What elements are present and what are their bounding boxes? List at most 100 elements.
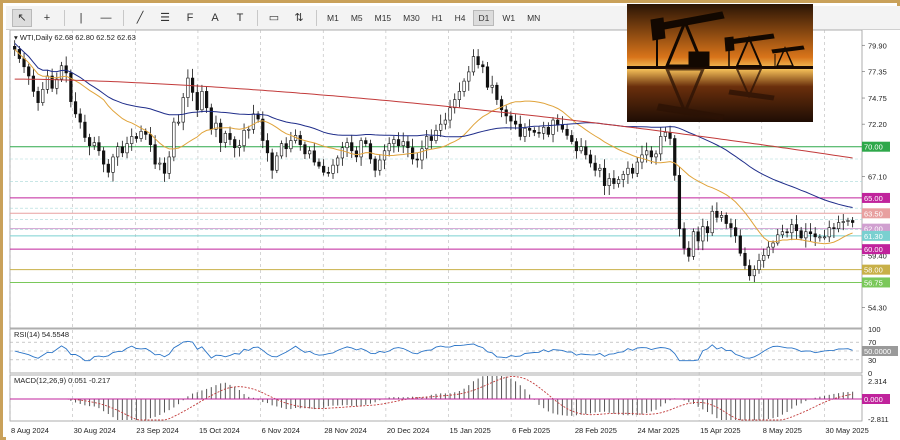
timeframe-m1[interactable]: M1 xyxy=(323,11,343,25)
candle-body xyxy=(766,246,770,256)
candle-body xyxy=(710,210,714,234)
crosshair-icon[interactable]: + xyxy=(37,9,57,27)
candle-body xyxy=(36,91,40,103)
candle-body xyxy=(467,71,471,82)
macd-scale-label: 2.314 xyxy=(868,377,887,386)
trendline-icon[interactable]: ╱ xyxy=(130,9,150,27)
rsi-scale-label: 50.0000 xyxy=(864,347,891,356)
price-tick-label: 74.75 xyxy=(868,94,887,103)
candle-body xyxy=(485,66,490,88)
candle-body xyxy=(172,121,176,158)
candle-body xyxy=(251,113,256,130)
candle-body xyxy=(588,154,593,164)
candle-body xyxy=(715,210,719,218)
shapes-icon[interactable]: ▭ xyxy=(264,9,284,27)
candle-body xyxy=(22,58,26,68)
candle-body xyxy=(73,101,78,115)
arrows-icon[interactable]: ⇅ xyxy=(289,9,309,27)
candle-body xyxy=(476,56,480,66)
candle-body xyxy=(396,139,401,146)
candle-body xyxy=(303,144,307,155)
candle-body xyxy=(167,156,171,174)
candle-body xyxy=(111,156,115,173)
candle-body xyxy=(64,65,68,74)
oil-pump-photo xyxy=(627,4,813,122)
candle-body xyxy=(523,127,527,137)
candle-body xyxy=(106,163,110,173)
candle-body xyxy=(462,80,466,92)
timeframe-m15[interactable]: M15 xyxy=(371,11,396,25)
candle-body xyxy=(729,223,733,228)
candle-body xyxy=(668,132,672,139)
date-label: 28 Feb 2025 xyxy=(575,426,617,435)
candle-body xyxy=(242,130,246,146)
candle-body xyxy=(528,127,532,131)
candle-body xyxy=(368,143,373,160)
candle-body xyxy=(659,136,663,155)
candle-body xyxy=(677,175,682,229)
date-label: 23 Sep 2024 xyxy=(136,426,179,435)
candle-body xyxy=(223,133,227,143)
candle-body xyxy=(453,99,457,109)
candle-body xyxy=(621,174,625,180)
date-label: 30 May 2025 xyxy=(825,426,868,435)
candle-body xyxy=(457,91,462,100)
timeframe-m5[interactable]: M5 xyxy=(347,11,367,25)
candle-body xyxy=(546,126,550,135)
date-label: 8 May 2025 xyxy=(763,426,802,435)
candle-body xyxy=(387,143,391,152)
candle-body xyxy=(308,150,312,155)
candle-body xyxy=(780,231,785,236)
candle-body xyxy=(345,142,349,149)
candle-body xyxy=(354,150,359,158)
candle-body xyxy=(87,137,92,146)
macd-label: MACD(12,26,9) 0.051 -0.217 xyxy=(14,376,110,385)
candle-body xyxy=(481,64,485,68)
candle-body xyxy=(102,150,106,165)
timeframe-h4[interactable]: H4 xyxy=(451,11,470,25)
candle-body xyxy=(542,126,546,134)
candle-body xyxy=(144,131,148,135)
candle-body xyxy=(120,146,124,154)
candle-body xyxy=(649,150,653,158)
candle-body xyxy=(289,140,293,150)
candle-body xyxy=(27,66,31,77)
label-icon[interactable]: T xyxy=(230,9,250,27)
candle-body xyxy=(691,231,696,257)
timeframe-mn[interactable]: MN xyxy=(523,11,544,25)
candle-body xyxy=(738,235,742,254)
candle-body xyxy=(499,99,504,111)
timeframe-w1[interactable]: W1 xyxy=(498,11,519,25)
cursor-icon[interactable]: ↖ xyxy=(12,8,32,27)
text-icon[interactable]: A xyxy=(205,9,225,27)
candle-body xyxy=(45,75,50,90)
candle-body xyxy=(200,91,204,111)
candle-body xyxy=(41,89,45,103)
timeframe-d1[interactable]: D1 xyxy=(473,9,495,26)
candle-body xyxy=(490,84,494,88)
candle-body xyxy=(827,227,831,238)
horizontal-line-icon[interactable]: — xyxy=(96,9,116,27)
candle-body xyxy=(205,91,209,109)
candle-body xyxy=(851,220,855,223)
timeframe-m30[interactable]: M30 xyxy=(399,11,424,25)
candle-body xyxy=(134,136,138,139)
candle-body xyxy=(247,128,251,131)
candle-body xyxy=(799,230,803,239)
price-tick-label: 77.35 xyxy=(868,67,887,76)
candle-body xyxy=(701,226,705,242)
timeframe-h1[interactable]: H1 xyxy=(428,11,447,25)
candle-body xyxy=(364,140,368,144)
candle-body xyxy=(635,161,639,174)
candle-body xyxy=(537,132,541,134)
channel-icon[interactable]: ☰ xyxy=(155,9,175,27)
candle-body xyxy=(719,215,724,218)
macd-scale-label: 0.000 xyxy=(864,395,883,404)
vertical-line-icon[interactable]: | xyxy=(71,9,91,27)
candle-body xyxy=(228,133,232,140)
fibonacci-icon[interactable]: F xyxy=(180,9,200,27)
candle-body xyxy=(336,157,340,166)
candle-body xyxy=(631,167,635,174)
rsi-label: RSI(14) 54.5548 xyxy=(14,330,69,339)
candle-body xyxy=(139,131,143,139)
